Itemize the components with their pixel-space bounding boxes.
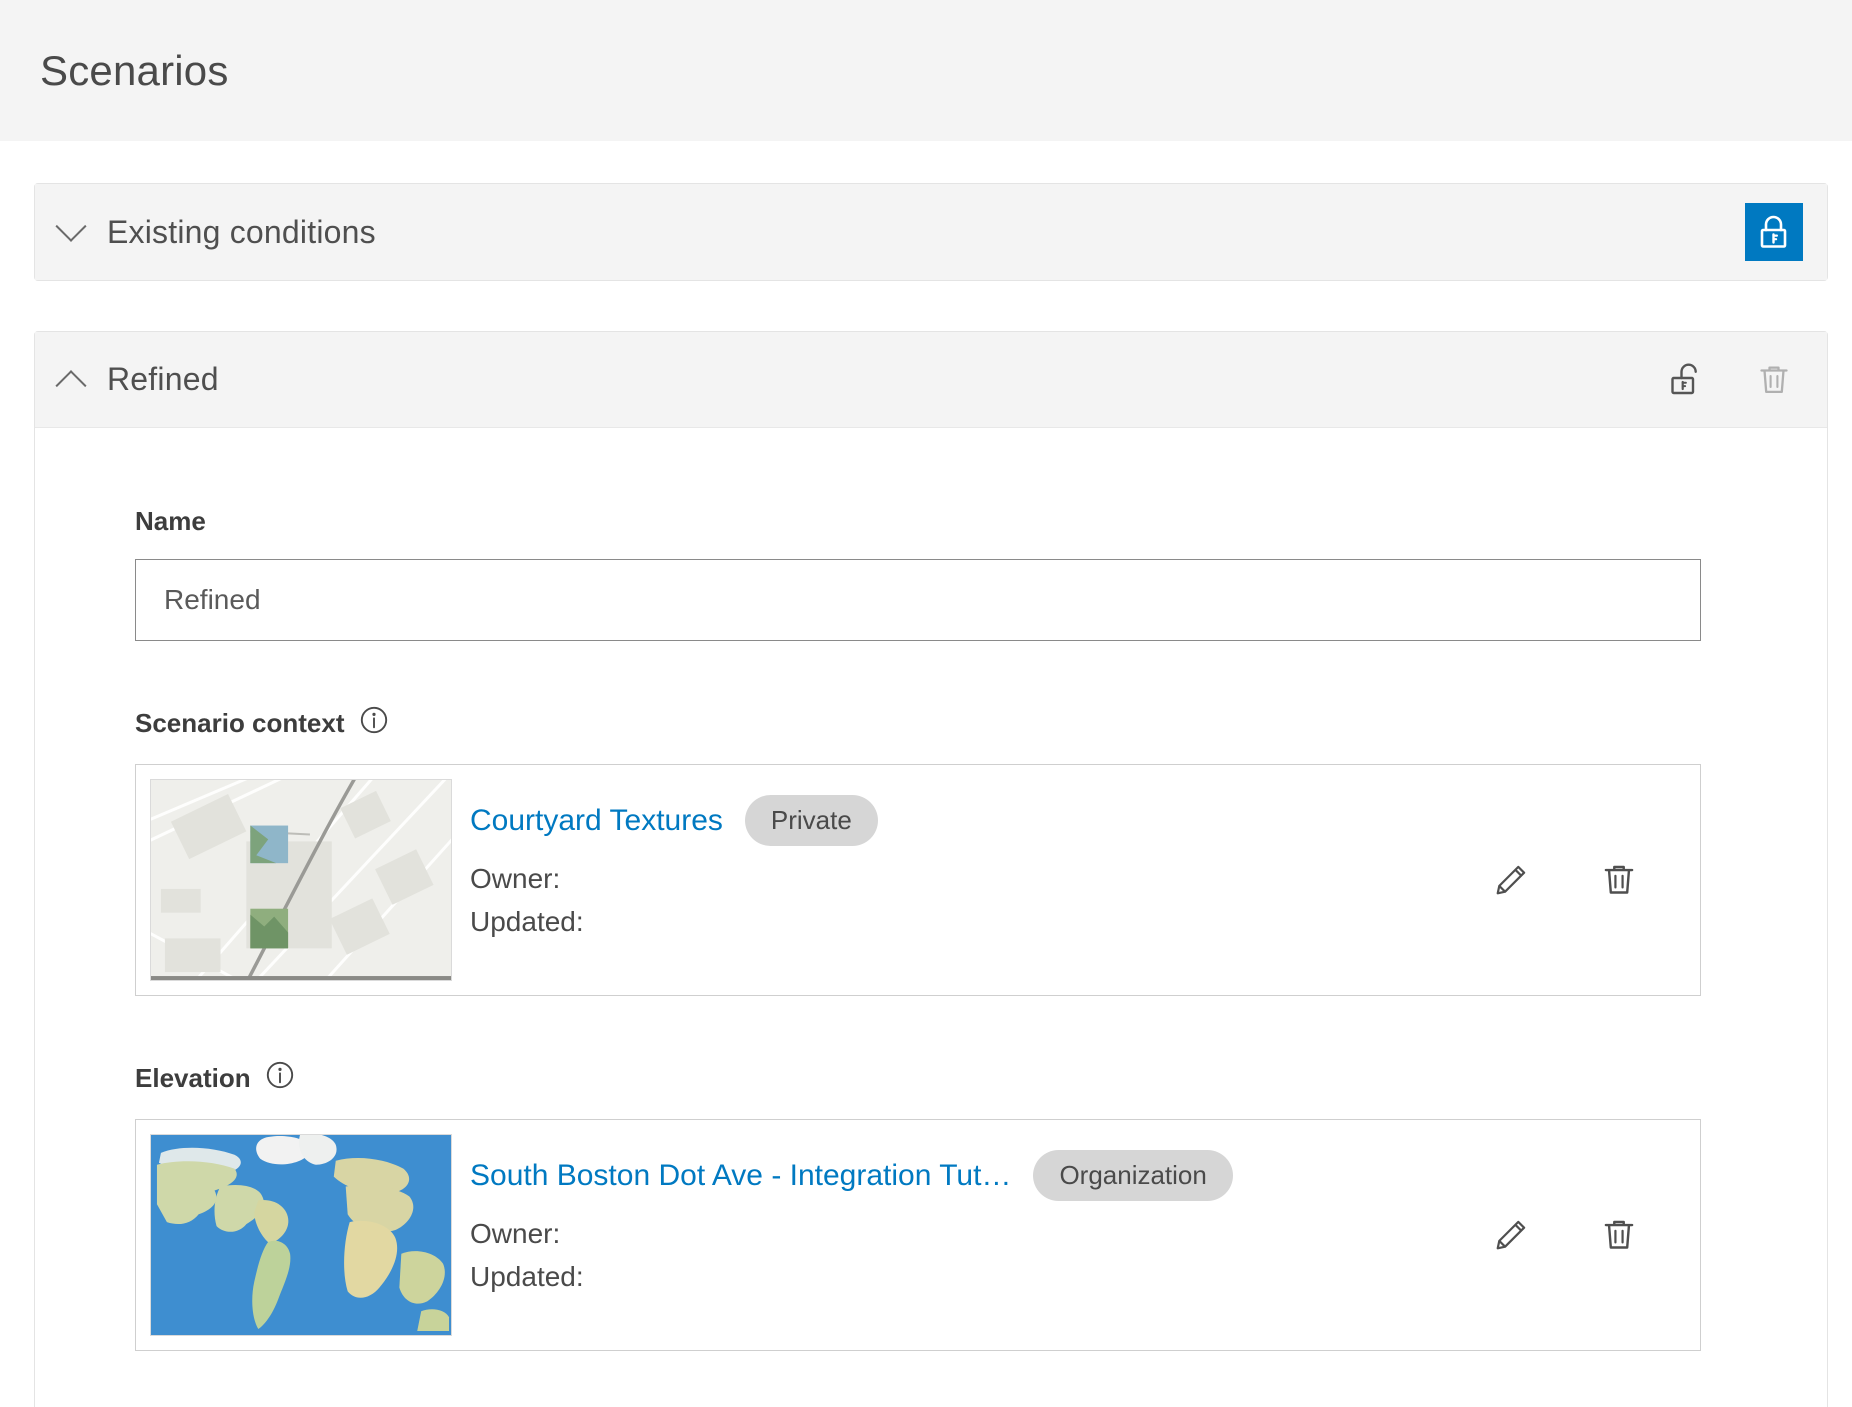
- trash-icon: [1756, 360, 1792, 400]
- spacer: [135, 996, 1765, 1060]
- scenario-title-refined: Refined: [107, 361, 1657, 398]
- item-title-link[interactable]: Courtyard Textures: [470, 804, 723, 838]
- delete-item-button[interactable]: [1590, 851, 1648, 909]
- item-sharing-badge: Organization: [1033, 1150, 1232, 1201]
- trash-icon: [1599, 859, 1639, 901]
- scenario-card-refined: Refined: [34, 331, 1828, 1407]
- scenario-card-existing-conditions: Existing conditions: [34, 183, 1828, 281]
- edit-item-button[interactable]: [1482, 851, 1540, 909]
- lock-open-icon[interactable]: [1657, 351, 1715, 409]
- scenario-title-existing-conditions: Existing conditions: [107, 214, 1745, 251]
- item-info: Courtyard Textures Private Owner: Update…: [452, 779, 1482, 981]
- map-street-thumbnail: [150, 779, 452, 981]
- delete-item-button[interactable]: [1590, 1206, 1648, 1264]
- item-updated-label: Updated:: [470, 1256, 1482, 1299]
- item-title-row: Courtyard Textures Private: [470, 795, 1482, 846]
- spacer: [135, 1351, 1765, 1407]
- info-icon[interactable]: [265, 1060, 295, 1097]
- info-glyph: [359, 705, 389, 735]
- item-title-link[interactable]: South Boston Dot Ave - Integration Tut…: [470, 1159, 1011, 1193]
- item-actions: [1482, 779, 1686, 981]
- delete-scenario-button[interactable]: [1745, 351, 1803, 409]
- scenario-context-label-text: Scenario context: [135, 708, 345, 739]
- item-updated-label: Updated:: [470, 901, 1482, 944]
- scenarios-list: Existing conditions Refined: [0, 141, 1852, 1407]
- chevron-down-icon[interactable]: [35, 221, 107, 243]
- info-glyph: [265, 1060, 295, 1090]
- scenario-header-actions: [1657, 351, 1803, 409]
- map-world-thumbnail: [150, 1134, 452, 1336]
- map-world-thumbnail-graphic: [151, 1135, 451, 1335]
- info-icon[interactable]: [359, 705, 389, 742]
- elevation-item-card: South Boston Dot Ave - Integration Tut… …: [135, 1119, 1701, 1351]
- map-street-thumbnail-graphic: [151, 780, 451, 980]
- edit-item-button[interactable]: [1482, 1206, 1540, 1264]
- chevron-glyph: [55, 211, 86, 242]
- pencil-icon: [1491, 1215, 1531, 1255]
- item-sharing-badge: Private: [745, 795, 878, 846]
- scenario-context-label: Scenario context: [135, 705, 1765, 742]
- pencil-icon: [1491, 860, 1531, 900]
- scenario-header-existing-conditions[interactable]: Existing conditions: [35, 184, 1827, 280]
- page-title: Scenarios: [40, 47, 229, 95]
- name-label-text: Name: [135, 506, 206, 537]
- item-owner-label: Owner:: [470, 1213, 1482, 1256]
- elevation-label-text: Elevation: [135, 1063, 251, 1094]
- lock-closed-glyph: [1757, 213, 1791, 251]
- page-header: Scenarios: [0, 0, 1852, 141]
- elevation-label: Elevation: [135, 1060, 1765, 1097]
- item-owner-label: Owner:: [470, 858, 1482, 901]
- scenario-body-refined: Name Scenario context: [35, 428, 1827, 1407]
- item-title-row: South Boston Dot Ave - Integration Tut… …: [470, 1150, 1482, 1201]
- trash-icon: [1599, 1214, 1639, 1256]
- scenario-header-refined[interactable]: Refined: [35, 332, 1827, 428]
- scenario-header-actions: [1745, 203, 1803, 261]
- name-label: Name: [135, 506, 1765, 537]
- scenario-name-input[interactable]: [135, 559, 1701, 641]
- spacer: [135, 641, 1765, 705]
- chevron-up-icon[interactable]: [35, 369, 107, 391]
- item-info: South Boston Dot Ave - Integration Tut… …: [452, 1134, 1482, 1336]
- item-actions: [1482, 1134, 1686, 1336]
- lock-closed-icon[interactable]: [1745, 203, 1803, 261]
- scenario-context-item-card: Courtyard Textures Private Owner: Update…: [135, 764, 1701, 996]
- lock-open-glyph: [1668, 360, 1704, 400]
- chevron-glyph: [55, 370, 86, 401]
